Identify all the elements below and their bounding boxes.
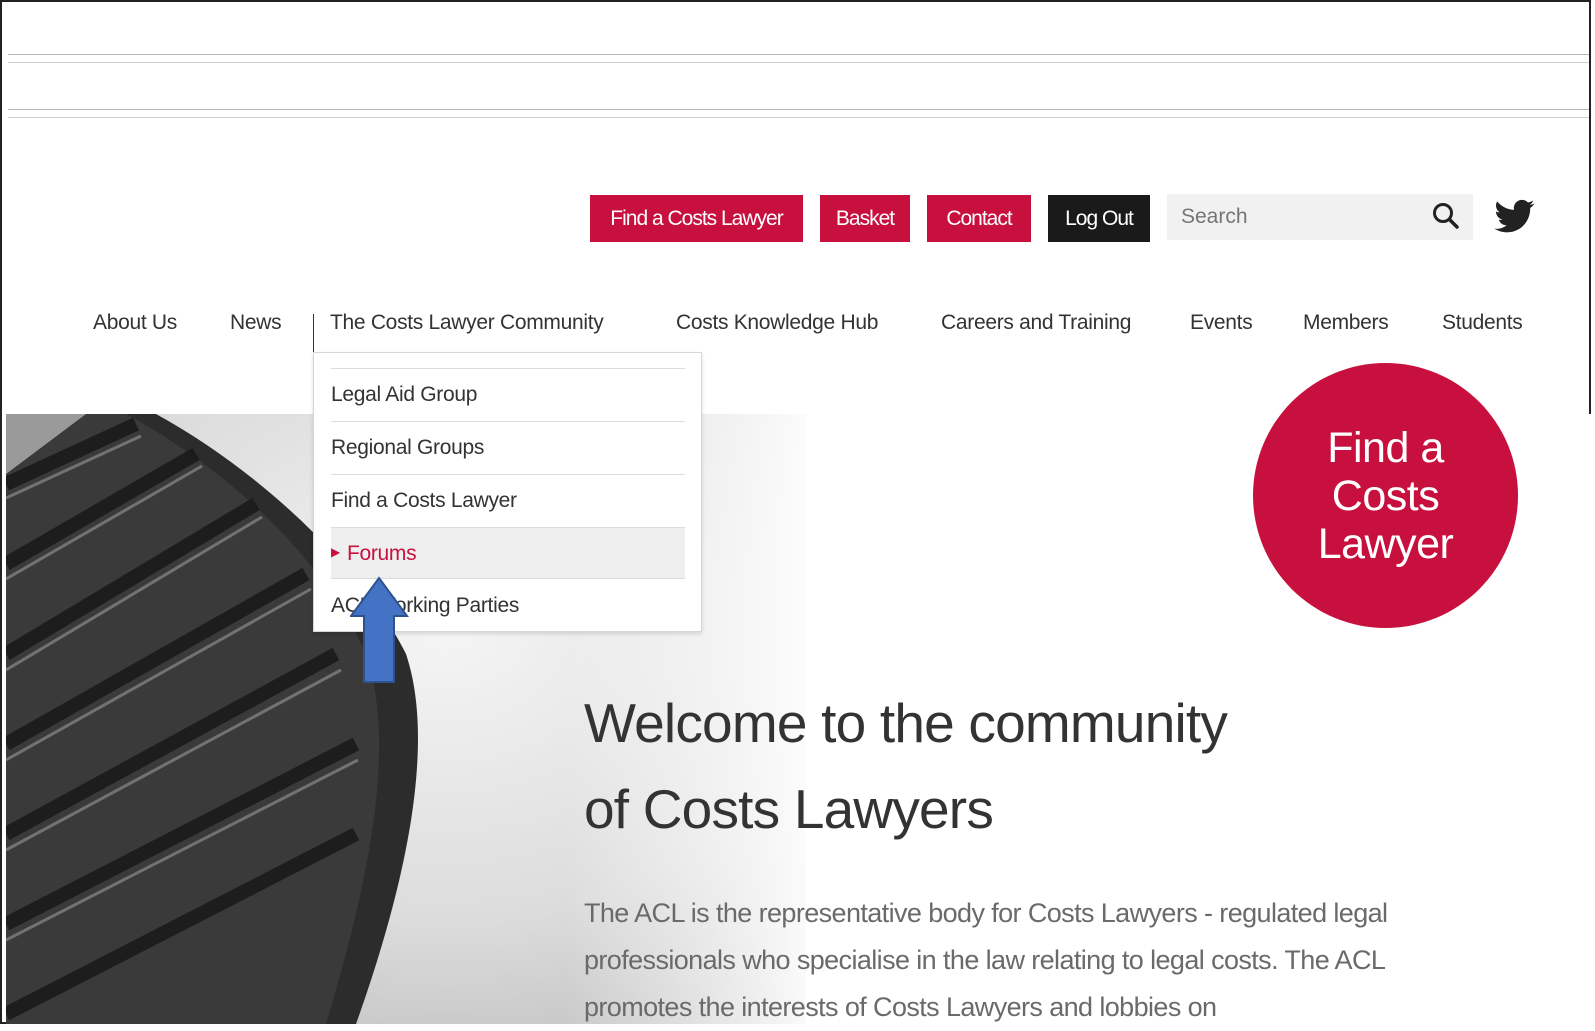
twitter-icon[interactable] [1494,196,1536,236]
up-arrow-annotation-icon [350,576,409,683]
contact-button[interactable]: Contact [927,195,1031,242]
dropdown-item-legal-aid-group[interactable]: Legal Aid Group [331,368,685,420]
search-icon[interactable] [1431,201,1461,231]
nav-members[interactable]: Members [1303,311,1389,335]
nav-active-indicator [313,314,314,352]
toolbar-divider [8,62,1589,63]
nav-costs-lawyer-community[interactable]: The Costs Lawyer Community [330,311,604,335]
caret-right-icon: ▶ [331,545,340,560]
welcome-heading: Welcome to the community of Costs Lawyer… [584,680,1384,852]
welcome-line-1: Welcome to the community [584,692,1228,754]
dropdown-item-forums[interactable]: ▶ Forums [331,527,685,579]
nav-careers-training[interactable]: Careers and Training [941,311,1131,335]
nav-news[interactable]: News [230,311,282,335]
toolbar-divider [8,54,1589,55]
nav-costs-knowledge-hub[interactable]: Costs Knowledge Hub [676,311,878,335]
toolbar-divider [8,109,1589,110]
dropdown-item-forums-label: Forums [346,542,417,565]
nav-events[interactable]: Events [1190,311,1253,335]
dropdown-item-find-costs-lawyer[interactable]: Find a Costs Lawyer [331,474,685,526]
circle-label: Find a Costs Lawyer [1317,423,1454,568]
find-costs-lawyer-circle-button[interactable]: Find a Costs Lawyer [1253,363,1518,628]
intro-paragraph: The ACL is the representative body for C… [584,898,1388,1022]
basket-button[interactable]: Basket [820,195,910,242]
search-input[interactable] [1167,194,1473,240]
nav-about-us[interactable]: About Us [93,311,177,335]
find-costs-lawyer-button[interactable]: Find a Costs Lawyer [590,195,803,242]
nav-students[interactable]: Students [1442,311,1523,335]
toolbar-divider [8,117,1589,118]
dropdown-item-regional-groups[interactable]: Regional Groups [331,421,685,473]
logout-button[interactable]: Log Out [1048,195,1150,242]
welcome-line-2: of Costs Lawyers [584,778,994,840]
